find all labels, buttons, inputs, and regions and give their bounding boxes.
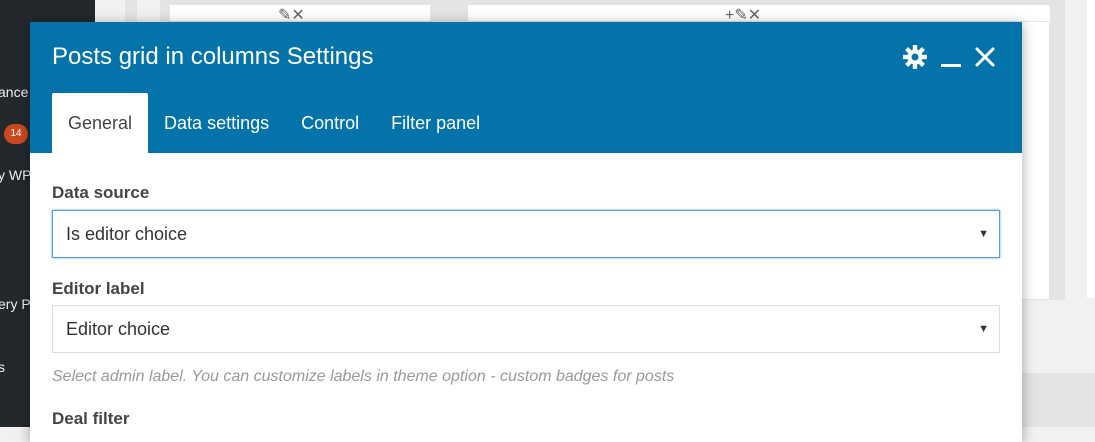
modal-body: Data source Is editor choice ▼ Editor la…	[52, 153, 1000, 442]
settings-tabs: General Data settings Control Filter pan…	[52, 93, 496, 153]
dropdown-arrow-icon: ▼	[978, 323, 989, 335]
sidebar-item-appearance[interactable]: ance	[0, 84, 28, 100]
minimize-icon[interactable]	[940, 44, 962, 70]
update-count-badge: 14	[4, 124, 28, 144]
gear-icon[interactable]	[902, 44, 928, 70]
data-source-select[interactable]: Is editor choice ▼	[52, 210, 1000, 258]
data-source-value: Is editor choice	[66, 224, 188, 244]
sidebar-item-gallery[interactable]: ery P	[0, 296, 31, 312]
editor-label-help: Select admin label. You can customize la…	[52, 368, 675, 385]
tab-filter-panel[interactable]: Filter panel	[375, 93, 496, 153]
deal-filter-label: Deal filter	[52, 409, 130, 428]
data-source-label: Data source	[52, 183, 150, 202]
editor-label-select[interactable]: Editor choice ▼	[52, 305, 1000, 353]
builder-row	[1022, 373, 1095, 427]
tab-data-settings[interactable]: Data settings	[148, 93, 285, 153]
tab-control[interactable]: Control	[285, 93, 375, 153]
settings-modal: Posts grid in columns Settings General D…	[30, 22, 1022, 442]
tab-general[interactable]: General	[52, 93, 149, 153]
modal-title: Posts grid in columns Settings	[52, 43, 374, 70]
modal-header: Posts grid in columns Settings General D…	[30, 22, 1022, 153]
dropdown-arrow-icon: ▼	[978, 228, 989, 240]
sidebar-item-wp[interactable]: y WP	[0, 167, 31, 183]
builder-element-box	[1087, 0, 1095, 298]
editor-label-value: Editor choice	[66, 319, 171, 339]
sidebar-item-settings[interactable]: s	[0, 359, 5, 375]
close-icon[interactable]	[974, 44, 996, 70]
editor-label-label: Editor label	[52, 279, 145, 298]
modal-window-controls	[902, 44, 996, 70]
builder-element-box	[1022, 22, 1049, 299]
